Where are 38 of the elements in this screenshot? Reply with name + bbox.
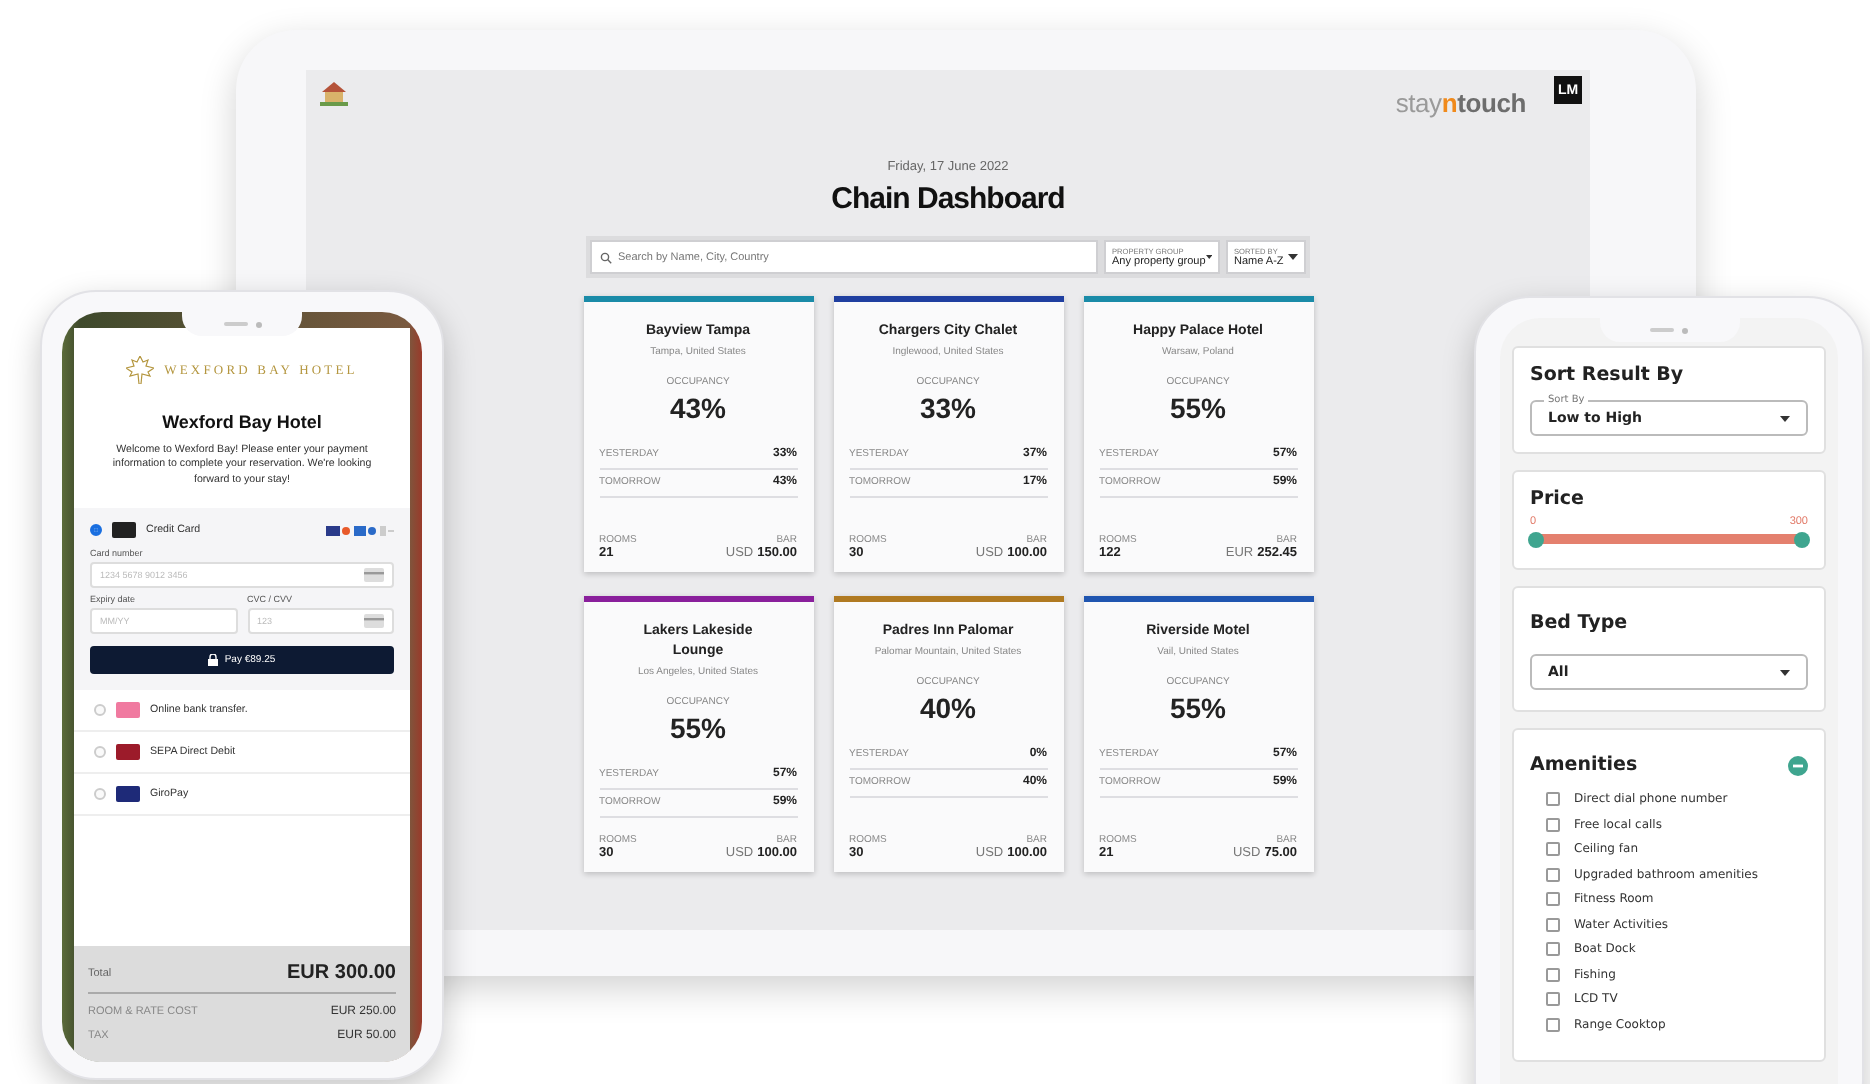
hotel-logo-icon [320,80,348,106]
checkbox[interactable] [1546,1017,1560,1031]
caret-icon [1780,669,1790,675]
checkbox[interactable] [1546,892,1560,906]
radio-button[interactable] [90,524,102,537]
hotel-title: Wexford Bay Hotel [162,412,322,432]
checkbox[interactable] [1546,842,1560,856]
occupancy-value: 55% [1169,391,1227,424]
lock-icon [208,654,219,667]
collapse-icon[interactable] [1788,755,1808,775]
card-brands-icon [326,525,394,536]
total-value: EUR 300.00 [287,962,396,984]
checkbox[interactable] [1546,992,1560,1006]
section-title: Sort Result By [1530,364,1686,386]
section-title: Amenities [1530,754,1638,776]
page-title: Chain Dashboard [831,182,1065,216]
checkbox[interactable] [1546,817,1560,831]
occupancy-value: 55% [669,711,727,744]
slider-handle[interactable] [1528,531,1544,547]
occupancy-value: 40% [919,691,977,724]
checkbox[interactable] [1546,792,1560,806]
checkbox[interactable] [1546,967,1560,981]
checkbox[interactable] [1546,867,1560,881]
occupancy-value: 33% [919,391,977,424]
slider-handle[interactable] [1794,531,1810,547]
card-back-icon [364,614,384,629]
occupancy-value: 43% [669,391,727,424]
search-icon [600,251,612,263]
checkbox[interactable] [1546,917,1560,931]
section-title: Price [1530,488,1586,510]
brand-logo: stayntouch [1395,88,1526,118]
caret-icon [1780,415,1790,421]
card-icon [364,568,384,583]
checkbox[interactable] [1546,942,1560,956]
caret-icon [1205,254,1212,260]
caret-icon [1288,254,1298,260]
section-title: Bed Type [1530,612,1630,634]
occupancy-value: 55% [1169,691,1227,724]
